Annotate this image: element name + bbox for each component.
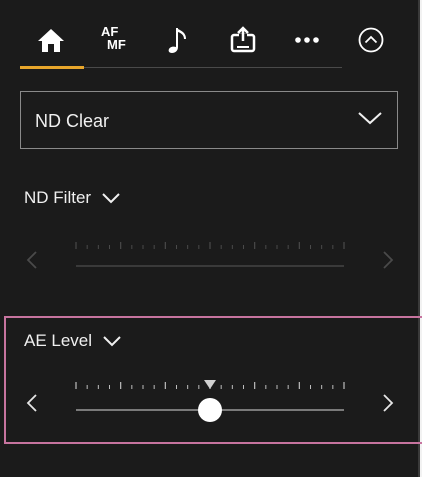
nd-filter-label: ND Filter [24, 188, 92, 207]
tab-collapse[interactable] [346, 18, 396, 62]
nd-mode-value: ND Clear [35, 111, 110, 131]
nd-filter-header: ND Filter [24, 188, 121, 208]
tab-af-mf[interactable]: AF MF [88, 18, 138, 62]
tab-media[interactable] [218, 18, 268, 62]
tab-more[interactable] [282, 18, 332, 62]
home-icon [38, 29, 64, 52]
chevron-right-icon [383, 394, 394, 412]
tab-divider [84, 67, 342, 68]
ae-level-decrease-button[interactable] [20, 388, 44, 418]
more-icon [295, 37, 319, 43]
active-tab-indicator [20, 66, 84, 69]
tab-bar: AF MF [0, 0, 418, 82]
tab-audio[interactable] [156, 18, 206, 62]
slider-thumb[interactable] [198, 398, 222, 422]
chevron-down-icon [358, 112, 382, 125]
chevron-left-icon [26, 251, 37, 269]
nd-filter-decrease-button[interactable] [20, 245, 44, 275]
nd-mode-dropdown[interactable]: ND Clear [20, 91, 398, 149]
chevron-left-icon [26, 394, 37, 412]
control-panel: AF MF ND Clear ND Filter AE Level [0, 0, 420, 477]
ae-level-header: AE Level [24, 331, 122, 351]
upload-icon [230, 26, 256, 53]
ae-level-slider[interactable] [70, 376, 350, 428]
tab-home[interactable] [26, 18, 76, 62]
nd-filter-scale [75, 242, 345, 267]
ae-level-increase-button[interactable] [376, 388, 400, 418]
ae-level-label: AE Level [24, 331, 93, 350]
ae-level-highlight-edge [418, 316, 422, 444]
ae-level-chevron-down-icon[interactable] [102, 334, 122, 348]
nd-filter-chevron-down-icon[interactable] [101, 191, 121, 205]
nd-filter-increase-button[interactable] [376, 245, 400, 275]
center-marker-icon [204, 380, 216, 389]
af-mf-icon: AF MF [101, 24, 126, 52]
chevron-up-circle-icon [358, 27, 384, 53]
music-note-icon [168, 28, 186, 53]
chevron-right-icon [383, 251, 394, 269]
